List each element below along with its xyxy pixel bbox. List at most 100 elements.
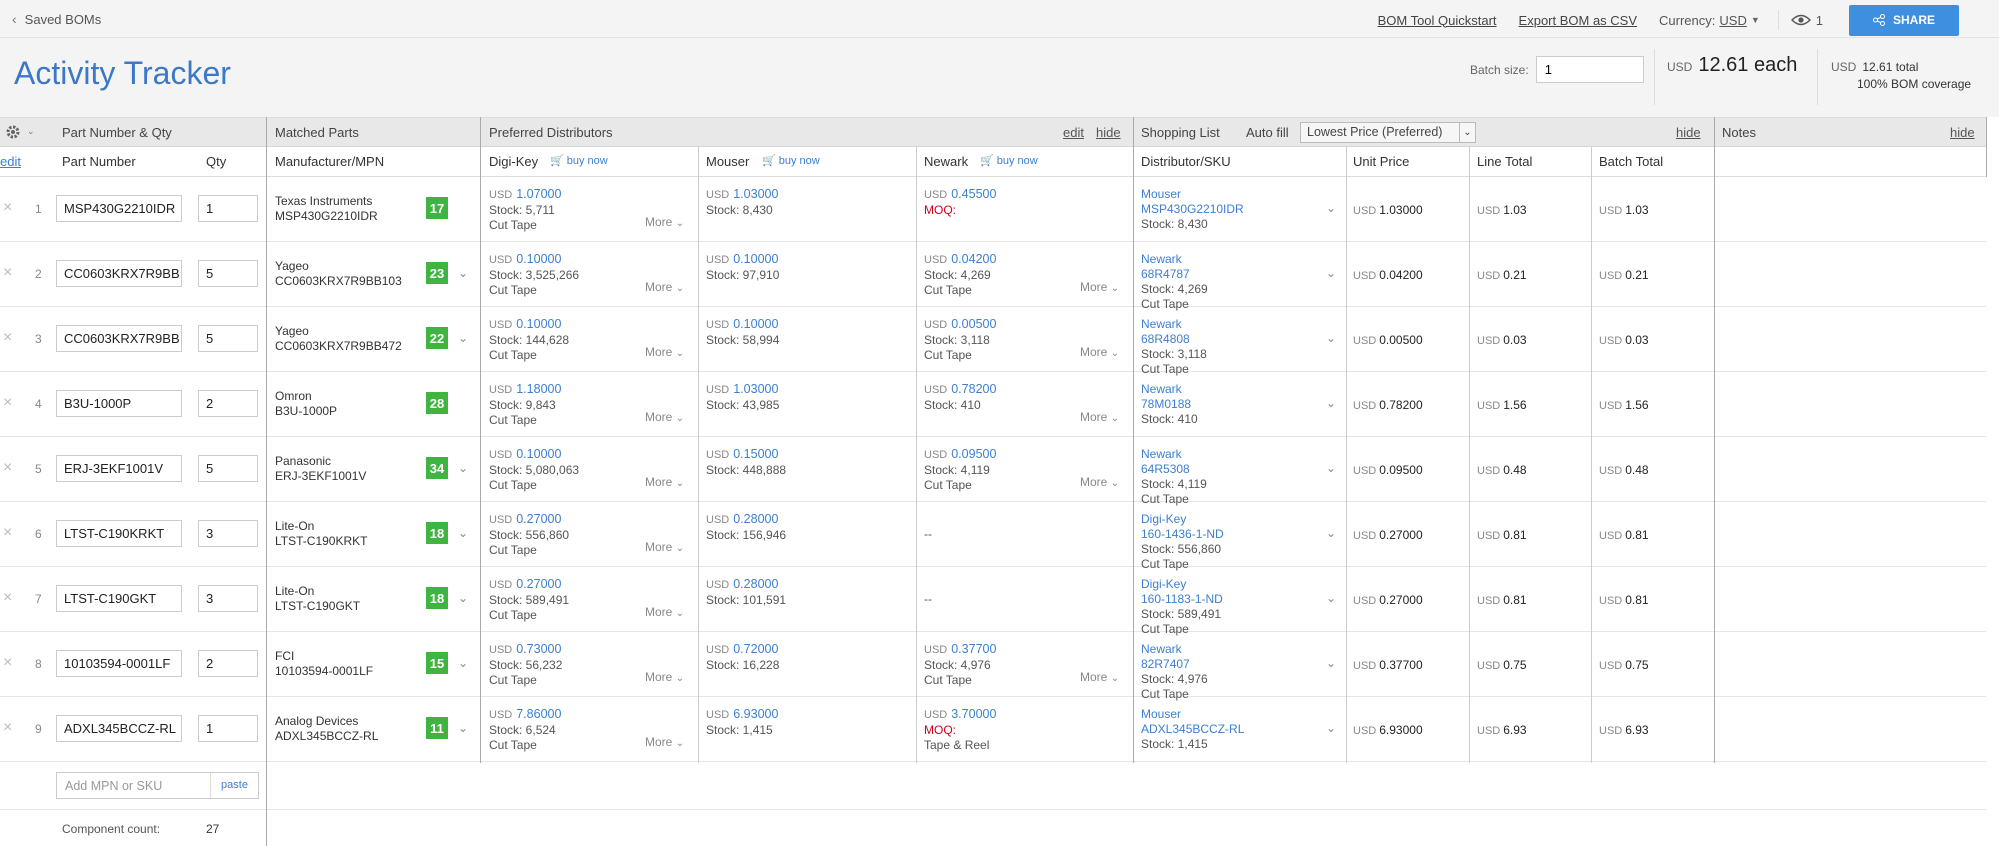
match-count-badge[interactable]: 28 xyxy=(426,392,448,414)
match-count-badge[interactable]: 23 xyxy=(426,262,448,284)
qty-input[interactable]: 5 xyxy=(198,455,258,482)
settings-menu[interactable]: ⌄ xyxy=(5,124,35,143)
sku-link[interactable]: 68R4787 xyxy=(1141,267,1208,282)
sku-link[interactable]: 78M0188 xyxy=(1141,397,1198,412)
distributor-name[interactable]: Newark xyxy=(1141,642,1208,657)
qty-input[interactable]: 1 xyxy=(198,715,258,742)
more-offers-button[interactable]: More ⌄ xyxy=(645,345,684,359)
match-count-badge[interactable]: 17 xyxy=(426,197,448,219)
match-count-badge[interactable]: 11 xyxy=(426,717,448,739)
distributor-name[interactable]: Newark xyxy=(1141,317,1207,332)
more-offers-button[interactable]: More ⌄ xyxy=(645,475,684,489)
hide-distributors-link[interactable]: hide xyxy=(1096,125,1121,140)
more-offers-button[interactable]: More ⌄ xyxy=(1080,280,1119,294)
qty-input[interactable]: 5 xyxy=(198,260,258,287)
distributor-name[interactable]: Mouser xyxy=(1141,187,1244,202)
hide-notes-link[interactable]: hide xyxy=(1950,125,1975,140)
chevron-down-icon[interactable]: ⌄ xyxy=(1326,266,1336,280)
offer-price[interactable]: 7.86000 xyxy=(516,707,561,721)
part-number-input[interactable]: CC0603KRX7R9BB xyxy=(56,260,182,287)
offer-price[interactable]: 0.10000 xyxy=(516,317,561,331)
paste-button[interactable]: paste xyxy=(210,773,258,798)
match-count-badge[interactable]: 18 xyxy=(426,587,448,609)
distributor-name[interactable]: Digi-Key xyxy=(1141,512,1224,527)
chevron-down-icon[interactable]: ⌄ xyxy=(458,461,468,475)
offer-price[interactable]: 0.28000 xyxy=(733,577,778,591)
more-offers-button[interactable]: More ⌄ xyxy=(645,280,684,294)
hide-shopping-list-link[interactable]: hide xyxy=(1676,125,1701,140)
sku-link[interactable]: ADXL345BCCZ-RL xyxy=(1141,722,1244,737)
more-offers-button[interactable]: More ⌄ xyxy=(1080,475,1119,489)
offer-price[interactable]: 0.37700 xyxy=(951,642,996,656)
more-offers-button[interactable]: More ⌄ xyxy=(1080,410,1119,424)
part-number-input[interactable]: LTST-C190KRKT xyxy=(56,520,182,547)
chevron-down-icon[interactable]: ⌄ xyxy=(1326,461,1336,475)
offer-price[interactable]: 0.10000 xyxy=(516,447,561,461)
more-offers-button[interactable]: More ⌄ xyxy=(645,410,684,424)
qty-input[interactable]: 2 xyxy=(198,390,258,417)
remove-row-icon[interactable]: × xyxy=(3,394,12,412)
chevron-down-icon[interactable]: ⌄ xyxy=(1326,396,1336,410)
mouser-buy-now[interactable]: 🛒 buy now xyxy=(762,154,820,167)
offer-price[interactable]: 0.73000 xyxy=(516,642,561,656)
remove-row-icon[interactable]: × xyxy=(3,329,12,347)
distributor-name[interactable]: Newark xyxy=(1141,252,1208,267)
offer-price[interactable]: 0.00500 xyxy=(951,317,996,331)
sku-link[interactable]: 160-1436-1-ND xyxy=(1141,527,1224,542)
offer-price[interactable]: 0.28000 xyxy=(733,512,778,526)
offer-price[interactable]: 0.10000 xyxy=(733,252,778,266)
chevron-down-icon[interactable]: ⌄ xyxy=(458,656,468,670)
sku-link[interactable]: 160-1183-1-ND xyxy=(1141,592,1223,607)
export-csv-link[interactable]: Export BOM as CSV xyxy=(1519,13,1637,28)
offer-price[interactable]: 0.45500 xyxy=(951,187,996,201)
match-count-badge[interactable]: 18 xyxy=(426,522,448,544)
part-number-input[interactable]: CC0603KRX7R9BB xyxy=(56,325,182,352)
qty-input[interactable]: 3 xyxy=(198,585,258,612)
part-number-input[interactable]: LTST-C190GKT xyxy=(56,585,182,612)
distributor-name[interactable]: Digi-Key xyxy=(1141,577,1223,592)
sku-link[interactable]: 82R7407 xyxy=(1141,657,1208,672)
bom-quickstart-link[interactable]: BOM Tool Quickstart xyxy=(1378,13,1497,28)
part-number-input[interactable]: ERJ-3EKF1001V xyxy=(56,455,182,482)
more-offers-button[interactable]: More ⌄ xyxy=(645,735,684,749)
sku-link[interactable]: 64R5308 xyxy=(1141,462,1207,477)
edit-rows-link[interactable]: edit xyxy=(0,154,21,169)
offer-price[interactable]: 1.03000 xyxy=(733,382,778,396)
qty-input[interactable]: 3 xyxy=(198,520,258,547)
remove-row-icon[interactable]: × xyxy=(3,459,12,477)
chevron-down-icon[interactable]: ⌄ xyxy=(1326,331,1336,345)
remove-row-icon[interactable]: × xyxy=(3,264,12,282)
chevron-down-icon[interactable]: ⌄ xyxy=(1326,721,1336,735)
offer-price[interactable]: 0.78200 xyxy=(951,382,996,396)
more-offers-button[interactable]: More ⌄ xyxy=(645,670,684,684)
remove-row-icon[interactable]: × xyxy=(3,524,12,542)
digikey-buy-now[interactable]: 🛒 buy now xyxy=(550,154,608,167)
offer-price[interactable]: 0.27000 xyxy=(516,512,561,526)
offer-price[interactable]: 0.09500 xyxy=(951,447,996,461)
add-mpn-input[interactable]: Add MPN or SKU paste xyxy=(56,772,259,799)
batch-size-input[interactable] xyxy=(1535,56,1644,83)
offer-price[interactable]: 1.03000 xyxy=(733,187,778,201)
more-offers-button[interactable]: More ⌄ xyxy=(645,215,684,229)
part-number-input[interactable]: MSP430G2210IDR xyxy=(56,195,182,222)
autofill-select[interactable]: Lowest Price (Preferred) ⌄ xyxy=(1300,122,1476,143)
remove-row-icon[interactable]: × xyxy=(3,589,12,607)
qty-input[interactable]: 2 xyxy=(198,650,258,677)
distributor-name[interactable]: Newark xyxy=(1141,382,1198,397)
match-count-badge[interactable]: 15 xyxy=(426,652,448,674)
more-offers-button[interactable]: More ⌄ xyxy=(1080,670,1119,684)
chevron-down-icon[interactable]: ⌄ xyxy=(1326,591,1336,605)
more-offers-button[interactable]: More ⌄ xyxy=(645,605,684,619)
remove-row-icon[interactable]: × xyxy=(3,654,12,672)
part-number-input[interactable]: 10103594-0001LF xyxy=(56,650,182,677)
chevron-down-icon[interactable]: ⌄ xyxy=(458,266,468,280)
chevron-down-icon[interactable]: ⌄ xyxy=(458,331,468,345)
chevron-down-icon[interactable]: ⌄ xyxy=(458,591,468,605)
offer-price[interactable]: 3.70000 xyxy=(951,707,996,721)
offer-price[interactable]: 0.10000 xyxy=(733,317,778,331)
remove-row-icon[interactable]: × xyxy=(3,199,12,217)
newark-buy-now[interactable]: 🛒 buy now xyxy=(980,154,1038,167)
part-number-input[interactable]: B3U-1000P xyxy=(56,390,182,417)
distributor-name[interactable]: Mouser xyxy=(1141,707,1244,722)
chevron-down-icon[interactable]: ⌄ xyxy=(458,721,468,735)
